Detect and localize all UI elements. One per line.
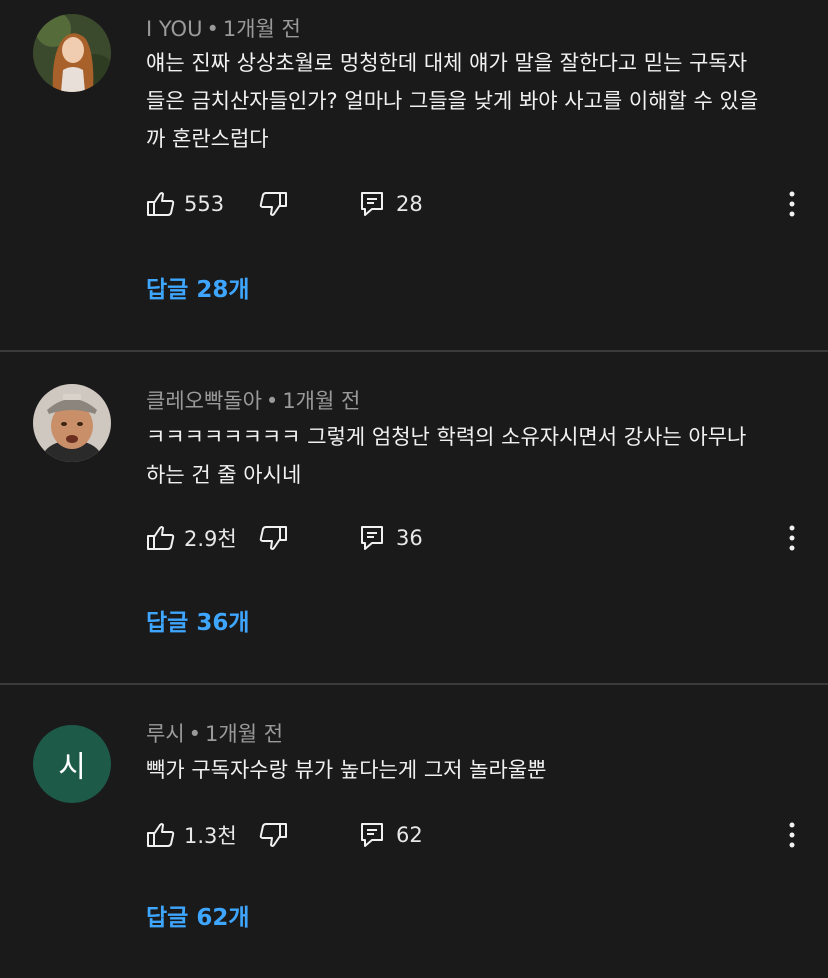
comment-actions: 553 28 [146, 186, 828, 222]
thumb-down-icon [259, 526, 287, 550]
comment-thread: 시 루시 • 1개월 전 빽가 구독자수랑 뷰가 높다는게 그저 놀라울뿐 1.3천 [0, 685, 828, 978]
reply-count: 62 [396, 823, 423, 847]
separator-dot: • [265, 389, 279, 413]
comment-meta: 클레오빡돌아 • 1개월 전 [146, 385, 360, 415]
more-vert-icon [789, 822, 795, 848]
thumb-down-icon [259, 823, 287, 847]
more-options-button[interactable] [778, 520, 806, 556]
comment-meta: I YOU • 1개월 전 [146, 13, 301, 43]
reply-button[interactable]: 28 [360, 186, 423, 222]
like-button[interactable]: 2.9천 [146, 520, 237, 556]
timestamp: 1개월 전 [222, 17, 301, 41]
comment-text-line: ㅋㅋㅋㅋㅋㅋㅋㅋ 그렇게 엄청난 학력의 소유자시면서 강사는 아무나 [146, 425, 747, 449]
reply-icon [361, 526, 383, 550]
timestamp: 1개월 전 [282, 389, 361, 413]
comment-text: 얘는 진짜 상상초월로 멍청한데 대체 얘가 말을 잘한다고 믿는 구독자 들은… [146, 44, 806, 158]
reply-icon [361, 823, 383, 847]
avatar[interactable] [33, 384, 111, 462]
like-count: 2.9천 [184, 527, 237, 551]
avatar[interactable]: 시 [33, 725, 111, 803]
like-count: 1.3천 [184, 824, 237, 848]
more-vert-icon [789, 191, 795, 217]
comment-text: ㅋㅋㅋㅋㅋㅋㅋㅋ 그렇게 엄청난 학력의 소유자시면서 강사는 아무나 하는 건… [146, 418, 806, 494]
reply-count: 28 [396, 192, 423, 216]
thumb-up-icon [147, 526, 175, 550]
comment-text: 빽가 구독자수랑 뷰가 높다는게 그저 놀라울뿐 [146, 751, 806, 789]
view-replies-link[interactable]: 답글 36개 [146, 603, 250, 637]
comment-actions: 2.9천 36 [146, 520, 828, 556]
avatar-letter: 시 [58, 750, 86, 785]
timestamp: 1개월 전 [205, 722, 284, 746]
thumb-up-icon [147, 823, 175, 847]
comment-actions: 1.3천 62 [146, 817, 828, 853]
separator-dot: • [188, 722, 202, 746]
like-button[interactable]: 1.3천 [146, 817, 237, 853]
more-options-button[interactable] [778, 817, 806, 853]
thumb-up-icon [147, 192, 175, 216]
comment-text-line: 얘는 진짜 상상초월로 멍청한데 대체 얘가 말을 잘한다고 믿는 구독자 [146, 51, 748, 75]
author-name[interactable]: I YOU [146, 17, 202, 41]
more-vert-icon [789, 525, 795, 551]
avatar[interactable] [33, 14, 111, 92]
comment-text-line: 하는 건 줄 아시네 [146, 463, 302, 487]
dislike-button[interactable] [258, 817, 288, 853]
like-count: 553 [184, 192, 225, 216]
author-name[interactable]: 클레오빡돌아 [146, 389, 262, 413]
like-button[interactable]: 553 [146, 186, 224, 222]
thumb-down-icon [259, 192, 287, 216]
more-options-button[interactable] [778, 186, 806, 222]
reply-icon [361, 192, 383, 216]
view-replies-link[interactable]: 답글 28개 [146, 270, 250, 304]
reply-button[interactable]: 36 [360, 520, 423, 556]
comment-thread: I YOU • 1개월 전 얘는 진짜 상상초월로 멍청한데 대체 얘가 말을 잘한… [0, 0, 828, 350]
reply-button[interactable]: 62 [360, 817, 423, 853]
view-replies-link[interactable]: 답글 62개 [146, 898, 250, 932]
comment-text-line: 빽가 구독자수랑 뷰가 높다는게 그저 놀라울뿐 [146, 758, 547, 782]
reply-count: 36 [396, 526, 423, 550]
dislike-button[interactable] [258, 520, 288, 556]
comment-text-line: 까 혼란스럽다 [146, 127, 269, 151]
comment-thread: 클레오빡돌아 • 1개월 전 ㅋㅋㅋㅋㅋㅋㅋㅋ 그렇게 엄청난 학력의 소유자시면서… [0, 352, 828, 683]
dislike-button[interactable] [258, 186, 288, 222]
comment-meta: 루시 • 1개월 전 [146, 718, 283, 748]
separator-dot: • [206, 17, 219, 41]
comment-text-line: 들은 금치산자들인가? 얼마나 그들을 낮게 봐야 사고를 이해할 수 있을 [146, 89, 759, 113]
author-name[interactable]: 루시 [146, 722, 185, 746]
